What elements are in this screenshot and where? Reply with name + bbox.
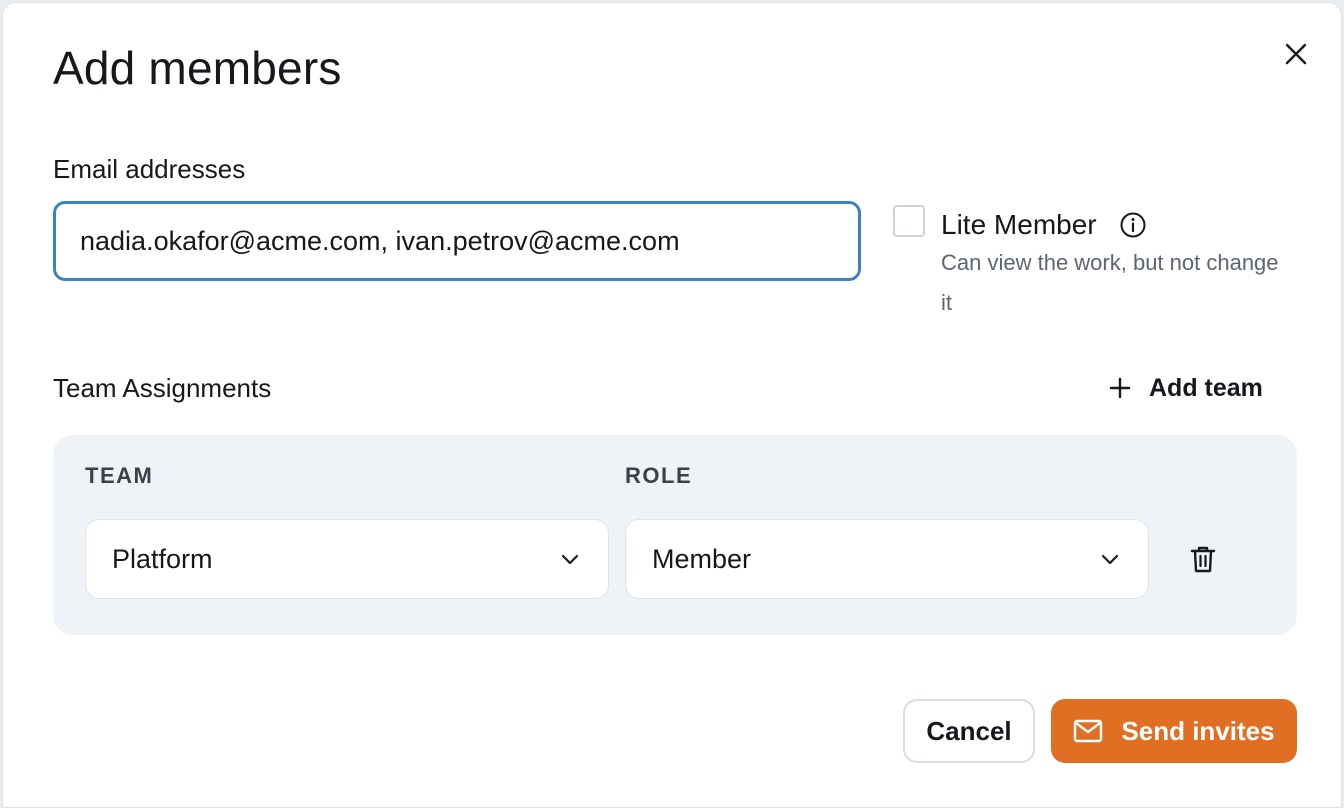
add-team-label: Add team (1149, 373, 1263, 402)
team-column-header: TEAM (85, 463, 154, 488)
cancel-button[interactable]: Cancel (903, 699, 1035, 763)
dialog-title: Add members (53, 42, 342, 94)
lite-member-description: Can view the work, but not change it (941, 250, 1279, 315)
chevron-down-icon (1101, 554, 1119, 565)
role-select[interactable]: Member (625, 519, 1149, 599)
team-select-value: Platform (112, 543, 213, 574)
plus-icon (1109, 377, 1131, 399)
trash-icon (1190, 546, 1216, 573)
close-icon (1285, 43, 1307, 65)
role-select-value: Member (652, 543, 752, 574)
lite-member-checkbox[interactable] (893, 205, 925, 237)
team-select[interactable]: Platform (85, 519, 609, 599)
add-team-button[interactable]: Add team (1109, 369, 1263, 407)
email-label: Email addresses (53, 154, 246, 184)
send-invites-label: Send invites (1121, 715, 1275, 746)
chevron-down-icon (561, 554, 579, 565)
email-input[interactable] (53, 201, 861, 281)
lite-member-label: Lite Member (941, 209, 1097, 240)
team-assignments-label: Team Assignments (53, 373, 272, 403)
role-column-header: ROLE (625, 463, 693, 488)
mail-icon (1074, 719, 1103, 743)
info-icon[interactable] (1119, 211, 1147, 239)
close-button[interactable] (1279, 37, 1313, 71)
add-members-dialog: Add members Email addresses Lite Member … (2, 2, 1342, 808)
send-invites-button[interactable]: Send invites (1051, 699, 1297, 763)
delete-team-row-button[interactable] (1183, 539, 1223, 579)
